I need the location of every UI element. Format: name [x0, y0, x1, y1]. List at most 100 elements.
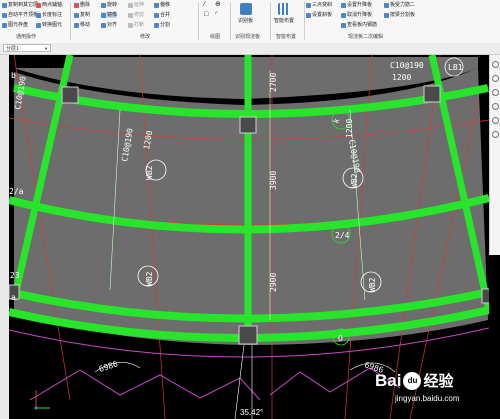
axis-label: 23: [10, 271, 20, 280]
ribbon-group-modify: 删除 旋转 延伸 偏移 复制 镜像 修剪 合并 移动 对齐 打断 分割 修改: [74, 0, 206, 43]
line-tool-button[interactable]: ⁄: [204, 1, 205, 8]
slab-tag-label: WB2: [350, 173, 359, 188]
ribbon-separator: [270, 2, 271, 40]
slab-rebar-button[interactable]: 板受力筋二: [384, 2, 415, 8]
smart-layout-button[interactable]: 智能布置: [274, 3, 294, 24]
dimension-label: 2900: [269, 273, 278, 292]
copy-button[interactable]: 复制: [74, 12, 90, 18]
offset-icon: [154, 2, 159, 8]
move-button[interactable]: 移动: [74, 22, 90, 28]
group-label-draw: 绘图: [210, 34, 221, 40]
axis-label: a: [11, 293, 16, 302]
chevron-down-icon: ▼: [44, 45, 48, 51]
ribbon-separator: [70, 2, 71, 40]
group-label-slab-edit: 现浇板二次编辑: [348, 34, 384, 40]
view-slab-rebar-button[interactable]: 查看板内钢筋: [341, 22, 377, 28]
convert-element-button[interactable]: 转换图元: [36, 22, 62, 28]
copy-icon: [2, 2, 7, 8]
delete-button[interactable]: 删除: [74, 2, 90, 8]
dimension-label: 2700: [269, 73, 278, 92]
ribbon-toolbar: 复制到其它层 自动平齐顶板 图元存盘 两点辅轴 长度标注 转换图元 通用操作 删…: [0, 0, 500, 44]
group-label-smart-layout: 智能布置: [276, 34, 297, 40]
watermark-brand: Bai: [375, 370, 402, 390]
rotate-view-icon[interactable]: [492, 75, 499, 82]
layer-selector[interactable]: 分层1 ▼: [3, 44, 51, 52]
view-rebar-icon: [341, 22, 346, 28]
offset-button[interactable]: 偏移: [154, 2, 170, 8]
extend-button[interactable]: 延伸: [128, 2, 144, 8]
raise-icon: [341, 2, 346, 8]
merge-icon: [154, 12, 159, 18]
ribbon-group-identify: 识别板 识别现浇板: [232, 0, 270, 43]
column: [61, 86, 79, 104]
set-raised-slab-button[interactable]: 设置升降板: [341, 2, 372, 8]
identify-slab-icon: [239, 3, 252, 15]
column: [481, 288, 489, 304]
set-sloped-slab-button[interactable]: 设置斜板: [306, 12, 332, 18]
slab-tag-label: WB2: [145, 165, 154, 180]
copy-to-floor-button[interactable]: 复制到其它层: [2, 2, 38, 8]
auto-align-top-button[interactable]: 自动平齐顶板: [2, 12, 38, 18]
rotate-button[interactable]: 旋转: [101, 2, 117, 8]
ribbon-group-common: 复制到其它层 自动平齐顶板 图元存盘 两点辅轴 长度标注 转换图元 通用操作: [2, 0, 68, 43]
right-view-toolbar: [489, 55, 500, 255]
split-button[interactable]: 分割: [154, 22, 170, 28]
watermark-jingyan: 经验: [423, 373, 454, 390]
break-icon: [128, 22, 133, 28]
layer-tab-bar: 分层1 ▼: [0, 43, 500, 55]
group-label-identify: 识别现浇板: [235, 34, 261, 40]
identify-slab-button[interactable]: 识别板: [238, 3, 253, 24]
rect-tool-button[interactable]: □: [204, 11, 208, 18]
axis-label: 2/a: [9, 187, 24, 196]
column: [238, 325, 258, 345]
delete-icon: [74, 2, 79, 8]
break-button[interactable]: 打断: [128, 22, 144, 28]
align-button[interactable]: 对齐: [101, 22, 117, 28]
arc-tool-button[interactable]: ◜: [215, 11, 218, 18]
trim-icon: [128, 12, 133, 18]
ribbon-separator: [230, 2, 231, 40]
split-slab-by-beam-button[interactable]: 按梁分割板: [384, 12, 415, 18]
save-element-button[interactable]: 图元存盘: [2, 22, 28, 28]
ribbon-group-slab-edit: 三点变斜 设置升降板 板受力筋二 设置斜板 取消升降板 按梁分割板 查看板内钢筋…: [306, 0, 500, 43]
move-icon: [74, 22, 79, 28]
merge-button[interactable]: 合并: [154, 12, 170, 18]
axis-label: b: [11, 71, 16, 80]
layer-icon[interactable]: [492, 117, 499, 124]
pan-view-icon[interactable]: [492, 89, 499, 96]
baidu-watermark: Bai du 经验: [375, 370, 453, 391]
axis-label: O: [338, 334, 343, 343]
copy-icon: [74, 12, 79, 18]
axis-label: 2/4: [335, 231, 350, 240]
cad-drawing[interactable]: C10@190 1200 LB1 C10@190 1200 C10@190 12…: [9, 55, 489, 419]
view-cube-icon[interactable]: [492, 61, 499, 68]
grid-layout-icon: [278, 3, 290, 15]
align-icon: [2, 12, 7, 18]
three-point-slope-button[interactable]: 三点变斜: [306, 2, 332, 8]
watermark-url: jingyan.baidu.com: [395, 394, 460, 403]
extend-icon: [128, 2, 133, 8]
zoom-icon[interactable]: [492, 103, 499, 110]
mirror-button[interactable]: 镜像: [101, 12, 118, 18]
column: [239, 116, 257, 134]
mirror-icon: [101, 12, 106, 18]
convert-icon: [36, 22, 41, 28]
length-dimension-button[interactable]: 长度标注: [36, 12, 62, 18]
rebar-icon: [384, 2, 389, 8]
rebar-label: C10@190: [390, 61, 424, 70]
point-tool-button[interactable]: ⊕: [215, 1, 221, 8]
properties-icon[interactable]: [492, 131, 499, 138]
dimension-icon: [36, 12, 41, 18]
ribbon-separator: [304, 2, 305, 40]
drawing-canvas[interactable]: C10@190 1200 LB1 C10@190 1200 C10@190 12…: [9, 55, 489, 419]
rebar-length-label: 1200: [392, 73, 411, 82]
ribbon-group-smart-layout: 智能布置 智能布置: [272, 0, 302, 43]
ribbon-separator: [198, 2, 199, 40]
cancel-raised-slab-button[interactable]: 取消升降板: [341, 12, 372, 18]
angle-readout: 35.42°: [240, 408, 264, 417]
two-point-axis-button[interactable]: 两点辅轴: [36, 2, 62, 8]
slope-icon: [306, 2, 311, 8]
split-slab-icon: [384, 12, 389, 18]
trim-button[interactable]: 修剪: [128, 12, 144, 18]
save-icon: [2, 22, 7, 28]
